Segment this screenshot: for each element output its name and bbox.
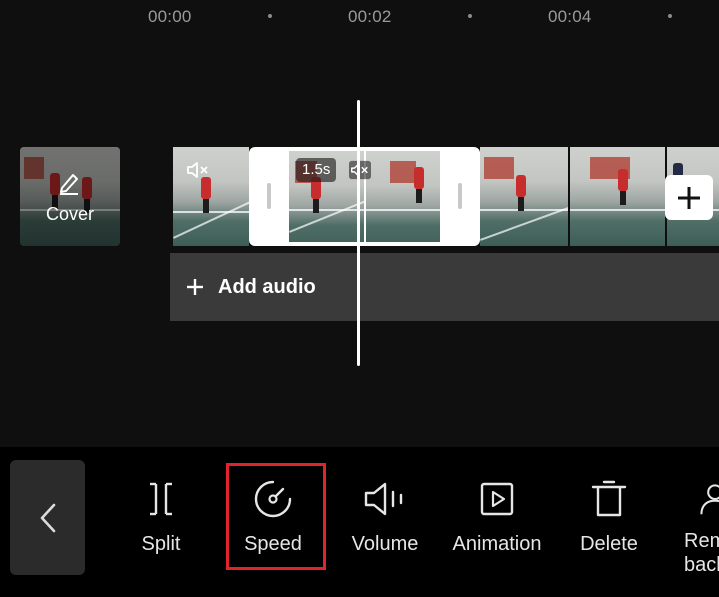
volume-icon [364,482,403,516]
remove-background-button[interactable]: Remove backe [672,477,719,577]
animation-icon [480,482,514,516]
plus-icon [678,186,700,209]
back-button[interactable] [10,460,85,575]
volume-label: Volume [351,533,419,555]
trim-handle-right[interactable] [458,183,462,209]
clip-frame [570,147,665,246]
add-clip-button[interactable] [665,175,713,220]
remove-background-label: Remove backe [684,530,719,576]
delete-label: Delete [580,533,638,555]
cover-label: Cover [45,204,94,224]
add-audio-button[interactable]: Add audio [170,253,719,321]
trim-handle-left[interactable] [267,183,271,209]
delete-button[interactable]: Delete [554,477,664,556]
playhead[interactable] [357,100,360,366]
ruler-dot [268,14,272,18]
mute-icon[interactable] [186,160,210,180]
clip-duration-badge: 1.5s [296,158,337,182]
animation-label: Animation [452,533,542,555]
mute-icon[interactable] [349,160,371,180]
split-button[interactable]: Split [106,477,216,556]
volume-button[interactable]: Volume [330,477,440,556]
ruler-dot [468,14,472,18]
cover-button[interactable]: Cover [20,147,120,246]
plus-icon [187,279,203,295]
add-audio-label: Add audio [218,276,316,298]
split-icon [150,482,172,516]
ruler-dot [668,14,672,18]
clip-frame [480,147,568,246]
chevron-left-icon [40,503,55,532]
speed-highlight [226,463,326,570]
ruler-label: 00:00 [148,7,192,26]
delete-icon [591,480,627,517]
remove-background-icon [700,484,719,515]
edit-icon [60,174,78,195]
clip-frame [173,147,249,246]
animation-button[interactable]: Animation [442,477,552,556]
ruler-label: 00:02 [348,7,392,26]
edit-toolbar: Split Speed Volume Animation Delete Rem … [0,447,719,597]
ruler-label: 00:04 [548,7,592,26]
split-label: Split [141,533,181,555]
video-editor: 00:00 00:02 00:04 Cover 1.5s Add audio S… [0,0,719,597]
